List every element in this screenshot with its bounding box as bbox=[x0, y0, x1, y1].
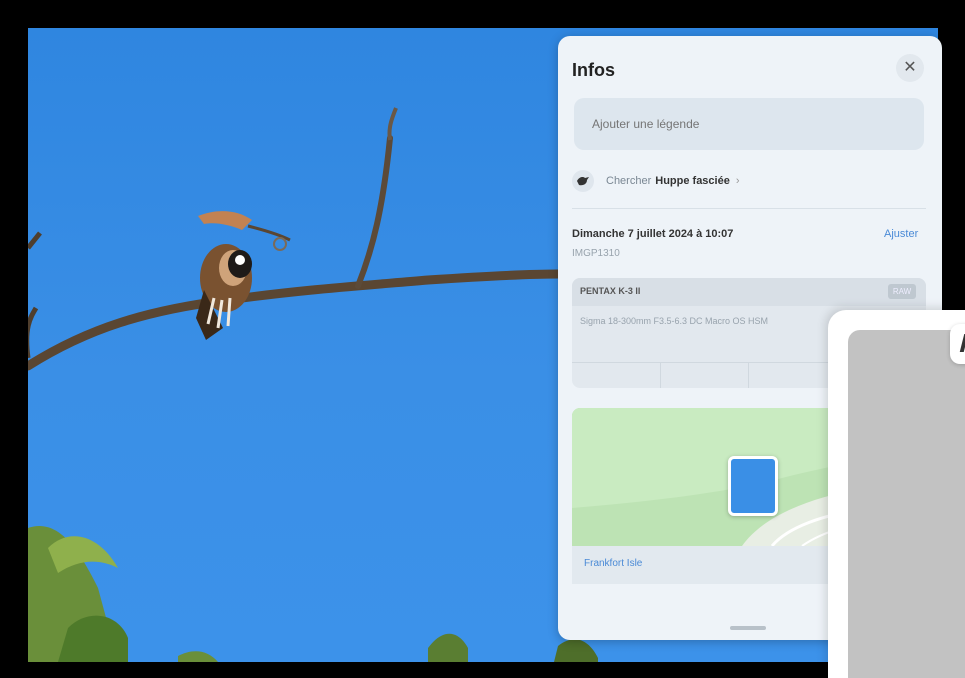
close-button[interactable]: ✕ bbox=[896, 54, 924, 82]
panel-title: Infos bbox=[572, 60, 615, 80]
lookup-prefix: Chercher bbox=[606, 175, 652, 187]
caption-field[interactable] bbox=[574, 98, 924, 150]
overlay-content bbox=[848, 330, 965, 678]
overlay-tab[interactable] bbox=[950, 324, 965, 364]
photo-date: Dimanche 7 juillet 2024 à 10:07 bbox=[572, 228, 734, 240]
photo-thumbnail[interactable] bbox=[728, 456, 778, 516]
exif-cell bbox=[572, 363, 661, 388]
lens-info: Sigma 18-300mm F3.5-6.3 DC Macro OS HSM bbox=[580, 316, 769, 326]
chevron-right-icon: › bbox=[735, 175, 740, 187]
divider bbox=[572, 208, 926, 209]
exif-cell bbox=[661, 363, 749, 388]
exif-cell bbox=[749, 363, 838, 388]
visual-lookup[interactable]: Chercher Huppe fasciée › bbox=[572, 166, 922, 196]
location-link[interactable]: Frankfort Isle bbox=[584, 558, 642, 569]
camera-model: PENTAX K-3 II bbox=[580, 286, 641, 296]
overlay-window[interactable] bbox=[828, 310, 965, 678]
bird-icon bbox=[572, 170, 594, 192]
window-frame: Infos ✕ Chercher Huppe fasciée › Dimanch… bbox=[0, 0, 965, 678]
exif-header: PENTAX K-3 II RAW bbox=[572, 278, 926, 306]
lookup-species: Huppe fasciée bbox=[655, 175, 730, 187]
format-badge: RAW bbox=[888, 284, 916, 299]
close-icon: ✕ bbox=[903, 59, 917, 76]
adjust-date-button[interactable]: Ajuster bbox=[884, 228, 918, 240]
photo-filename: IMGP1310 bbox=[572, 248, 620, 259]
caption-input[interactable] bbox=[590, 116, 914, 132]
resize-handle[interactable] bbox=[730, 626, 766, 630]
